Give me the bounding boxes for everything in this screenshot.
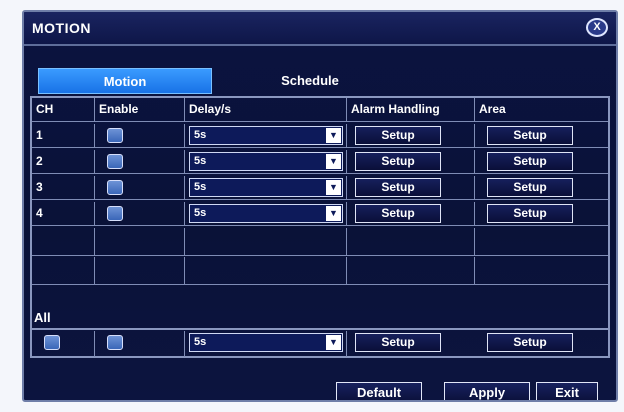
chevron-down-icon[interactable]: ▼: [326, 335, 341, 350]
delay-value: 5s: [194, 155, 207, 167]
delay-value: 5s: [194, 336, 207, 348]
header-delay: Delay/s: [185, 98, 347, 121]
header-area: Area: [479, 102, 506, 116]
default-button[interactable]: Default: [336, 382, 422, 400]
all-area-cell: Setup: [475, 331, 608, 357]
select-all-checkbox[interactable]: [44, 335, 60, 350]
empty-cell: [32, 228, 95, 255]
enable-checkbox[interactable]: [107, 154, 123, 169]
area-cell: Setup: [475, 176, 608, 199]
delay-cell: 5s ▼: [185, 202, 347, 225]
alarm-setup-button[interactable]: Setup: [355, 204, 441, 223]
all-delay-cell: 5s ▼: [185, 331, 347, 357]
enable-checkbox[interactable]: [107, 180, 123, 195]
delay-select[interactable]: 5s ▼: [189, 126, 343, 145]
enable-all-checkbox[interactable]: [107, 335, 123, 350]
channel-table: CH Enable Delay/s Alarm Handling Area 1 …: [30, 96, 610, 358]
table-row: 2 5s ▼ Setup Setup: [32, 150, 608, 174]
alarm-setup-button[interactable]: Setup: [355, 152, 441, 171]
tab-motion[interactable]: Motion: [38, 68, 212, 94]
channel-number: 2: [32, 150, 95, 173]
title-bar: MOTION X: [24, 12, 616, 46]
alarm-cell: Setup: [347, 124, 475, 147]
table-row: 1 5s ▼ Setup Setup: [32, 124, 608, 148]
table-row-empty: [32, 228, 608, 256]
delay-cell: 5s ▼: [185, 124, 347, 147]
delay-select[interactable]: 5s ▼: [189, 152, 343, 171]
window-title: MOTION: [32, 20, 91, 36]
delay-value: 5s: [194, 181, 207, 193]
header-ch: CH: [32, 98, 95, 121]
enable-checkbox[interactable]: [107, 128, 123, 143]
channel-number: 3: [32, 176, 95, 199]
motion-window: MOTION X Motion Schedule CH Enable Delay…: [22, 10, 618, 402]
table-row: 4 5s ▼ Setup Setup: [32, 202, 608, 226]
header-alarm-handling: Alarm Handling: [347, 98, 475, 121]
table-row: 3 5s ▼ Setup Setup: [32, 176, 608, 200]
area-cell: Setup: [475, 202, 608, 225]
area-setup-button[interactable]: Setup: [487, 178, 573, 197]
all-label: All: [34, 310, 51, 325]
all-enable-cell: [95, 331, 185, 357]
delay-cell: 5s ▼: [185, 176, 347, 199]
channel-number: 1: [32, 124, 95, 147]
empty-cell: [185, 257, 347, 284]
table-row-empty: [32, 257, 608, 285]
delay-select[interactable]: 5s ▼: [189, 178, 343, 197]
empty-cell: [32, 257, 95, 284]
header-enable: Enable: [95, 98, 185, 121]
all-ch-cell: [32, 331, 95, 357]
empty-cell: [347, 228, 475, 255]
area-cell: Setup: [475, 150, 608, 173]
apply-button[interactable]: Apply: [444, 382, 530, 400]
delay-value: 5s: [194, 129, 207, 141]
empty-cell: [95, 257, 185, 284]
alarm-cell: Setup: [347, 202, 475, 225]
alarm-setup-button[interactable]: Setup: [355, 126, 441, 145]
chevron-down-icon[interactable]: ▼: [326, 128, 341, 143]
alarm-cell: Setup: [347, 176, 475, 199]
area-setup-button[interactable]: Setup: [487, 152, 573, 171]
channel-number: 4: [32, 202, 95, 225]
area-setup-button[interactable]: Setup: [487, 126, 573, 145]
enable-cell: [95, 124, 185, 147]
all-delay-select[interactable]: 5s ▼: [189, 333, 343, 352]
tab-schedule[interactable]: Schedule: [220, 68, 400, 94]
close-icon[interactable]: X: [586, 18, 608, 37]
area-cell: Setup: [475, 124, 608, 147]
area-setup-button[interactable]: Setup: [487, 204, 573, 223]
alarm-cell: Setup: [347, 150, 475, 173]
chevron-down-icon[interactable]: ▼: [326, 180, 341, 195]
motion-panel: Motion Schedule CH Enable Delay/s Alarm …: [30, 62, 610, 380]
empty-cell: [475, 257, 608, 284]
alarm-setup-button[interactable]: Setup: [355, 178, 441, 197]
delay-cell: 5s ▼: [185, 150, 347, 173]
all-alarm-cell: Setup: [347, 331, 475, 357]
chevron-down-icon[interactable]: ▼: [326, 154, 341, 169]
all-alarm-setup-button[interactable]: Setup: [355, 333, 441, 352]
delay-value: 5s: [194, 207, 207, 219]
empty-cell: [475, 228, 608, 255]
empty-cell: [185, 228, 347, 255]
exit-button[interactable]: Exit: [536, 382, 598, 400]
chevron-down-icon[interactable]: ▼: [326, 206, 341, 221]
delay-select[interactable]: 5s ▼: [189, 204, 343, 223]
enable-cell: [95, 176, 185, 199]
enable-cell: [95, 202, 185, 225]
all-channels-row: 5s ▼ Setup Setup: [30, 328, 610, 358]
empty-cell: [347, 257, 475, 284]
enable-checkbox[interactable]: [107, 206, 123, 221]
enable-cell: [95, 150, 185, 173]
all-area-setup-button[interactable]: Setup: [487, 333, 573, 352]
table-header-row: CH Enable Delay/s Alarm Handling Area: [32, 98, 608, 122]
empty-cell: [95, 228, 185, 255]
